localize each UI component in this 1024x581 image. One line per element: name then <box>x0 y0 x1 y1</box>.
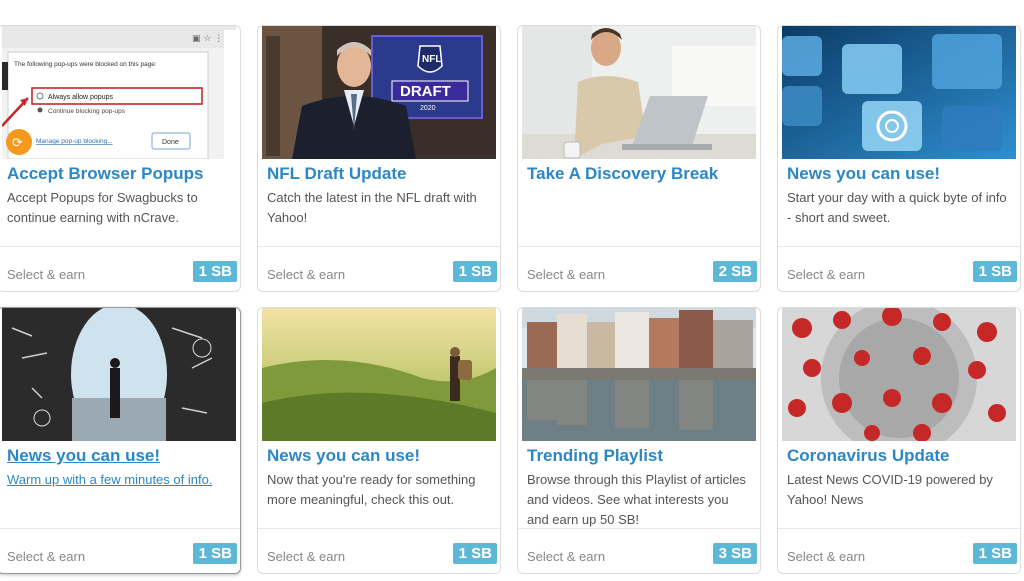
card-footer: Select & earn 2 SB <box>518 246 760 291</box>
svg-text:Always allow popups: Always allow popups <box>48 94 113 101</box>
card-title: Trending Playlist <box>527 446 664 465</box>
points-badge: 1 SB <box>192 261 237 282</box>
select-earn-label: Select & earn <box>527 549 606 564</box>
news-hiker-thumbnail <box>262 308 496 441</box>
offer-card-news-3[interactable]: News you can use! Now that you're ready … <box>257 307 501 574</box>
select-earn-label: Select & earn <box>7 267 86 282</box>
card-title: Take A Discovery Break <box>527 164 719 183</box>
canal-houses-thumbnail <box>522 308 756 441</box>
card-footer: Select & earn 1 SB <box>0 246 240 291</box>
card-footer: Select & earn 1 SB <box>778 528 1020 573</box>
select-earn-label: Select & earn <box>787 267 866 282</box>
card-description: Start your day with a quick byte of info… <box>787 190 1007 225</box>
card-title: NFL Draft Update <box>267 164 407 183</box>
points-badge: 1 SB <box>972 261 1017 282</box>
svg-text:The following pop-ups were blo: The following pop-ups were blocked on th… <box>14 61 157 68</box>
offer-card-coronavirus[interactable]: Coronavirus Update Latest News COVID-19 … <box>777 307 1021 574</box>
card-description: Browse through this Playlist of articles… <box>527 472 746 527</box>
card-footer: Select & earn 1 SB <box>0 528 240 573</box>
select-earn-label: Select & earn <box>267 549 346 564</box>
svg-text:NFL: NFL <box>422 54 441 65</box>
points-badge: 1 SB <box>192 543 237 564</box>
card-footer: Select & earn 3 SB <box>518 528 760 573</box>
svg-text:2020: 2020 <box>420 105 436 112</box>
coronavirus-thumbnail <box>782 308 1016 441</box>
card-description: Now that you're ready for something more… <box>267 472 476 507</box>
card-description: Latest News COVID-19 powered by Yahoo! N… <box>787 472 993 507</box>
card-footer: Select & earn 1 SB <box>778 246 1020 291</box>
offer-card-news-1[interactable]: News you can use! Start your day with a … <box>777 25 1021 292</box>
select-earn-label: Select & earn <box>267 267 346 282</box>
offer-card-trending-playlist[interactable]: Trending Playlist Browse through this Pl… <box>517 307 761 574</box>
card-title: News you can use! <box>267 446 421 465</box>
card-description: Catch the latest in the NFL draft with Y… <box>267 190 477 225</box>
svg-text:DRAFT: DRAFT <box>400 83 451 100</box>
points-badge: 1 SB <box>452 543 497 564</box>
select-earn-label: Select & earn <box>787 549 866 564</box>
card-title: News you can use! <box>7 446 161 465</box>
card-title: Coronavirus Update <box>787 446 950 465</box>
points-badge: 3 SB <box>712 543 757 564</box>
card-description: Warm up with a few minutes of info. <box>7 472 213 487</box>
svg-text:Done: Done <box>162 139 179 146</box>
news-tech-thumbnail <box>782 26 1016 159</box>
news-chalkboard-thumbnail <box>2 308 236 441</box>
popup-settings-thumbnail: ▣ ☆ ⋮ The following pop-ups were blocked… <box>2 26 236 159</box>
offer-card-news-2[interactable]: News you can use! Warm up with a few min… <box>0 307 241 574</box>
points-badge: 1 SB <box>972 543 1017 564</box>
card-title: News you can use! <box>787 164 941 183</box>
card-footer: Select & earn 1 SB <box>258 246 500 291</box>
select-earn-label: Select & earn <box>7 549 86 564</box>
card-footer: Select & earn 1 SB <box>258 528 500 573</box>
nfl-draft-thumbnail: NFL DRAFT 2020 <box>262 26 496 159</box>
svg-text:⟳: ⟳ <box>12 136 23 151</box>
offer-card-accept-popups[interactable]: ▣ ☆ ⋮ The following pop-ups were blocked… <box>0 25 241 292</box>
points-badge: 1 SB <box>452 261 497 282</box>
select-earn-label: Select & earn <box>527 267 606 282</box>
card-description: Accept Popups for Swagbucks to continue … <box>7 190 198 225</box>
svg-text:▣ ☆ ⋮: ▣ ☆ ⋮ <box>192 34 223 44</box>
discovery-break-thumbnail <box>522 26 756 159</box>
offer-card-nfl-draft[interactable]: NFL DRAFT 2020 NFL Draft Update Catch th… <box>257 25 501 292</box>
offer-card-discovery-break[interactable]: Take A Discovery Break Select & earn 2 S… <box>517 25 761 292</box>
points-badge: 2 SB <box>712 261 757 282</box>
card-title: Accept Browser Popups <box>7 164 204 183</box>
svg-text:Manage pop-up blocking...: Manage pop-up blocking... <box>36 138 113 145</box>
svg-text:Continue blocking pop-ups: Continue blocking pop-ups <box>48 108 126 115</box>
